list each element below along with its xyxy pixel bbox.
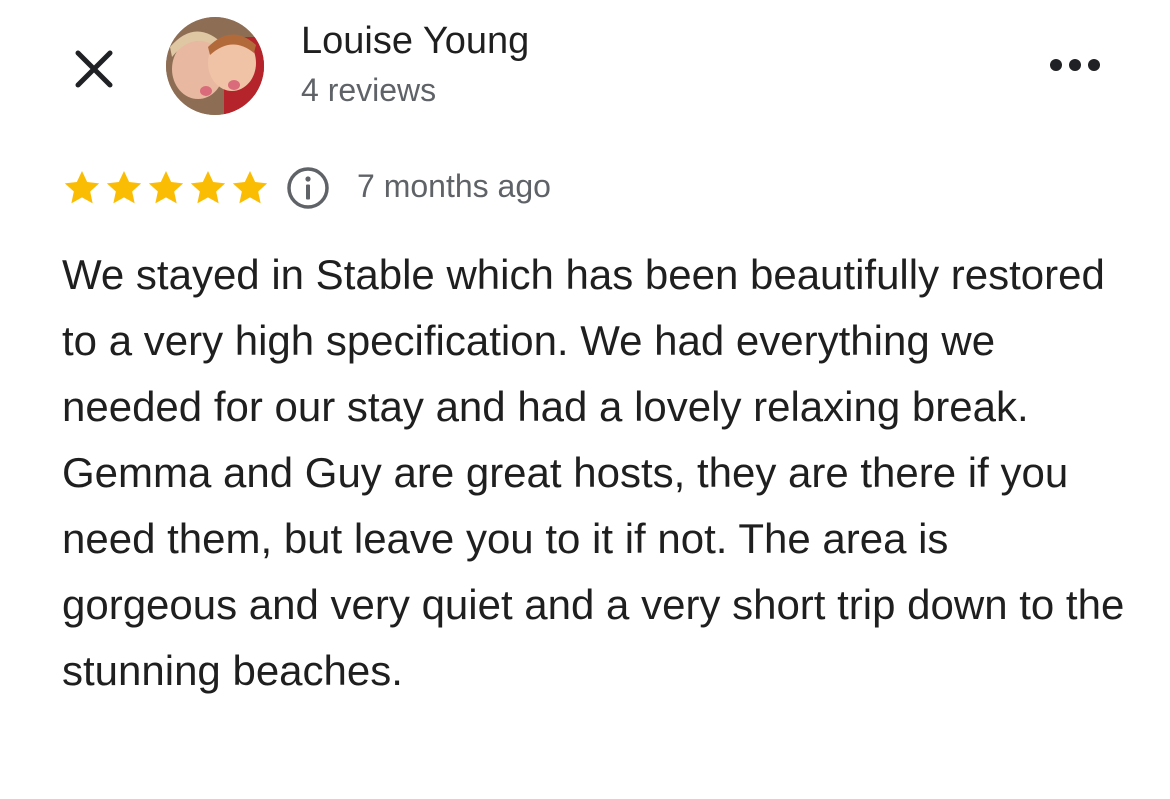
star-rating: [62, 168, 270, 208]
review-time-ago: 7 months ago: [357, 168, 551, 204]
reviewer-review-count[interactable]: 4 reviews: [301, 72, 436, 109]
star-icon: [148, 171, 184, 204]
star-icon: [106, 171, 142, 204]
reviewer-name[interactable]: Louise Young: [301, 20, 529, 63]
more-options-icon[interactable]: [1040, 50, 1110, 80]
review-text: We stayed in Stable which has been beaut…: [62, 251, 1125, 694]
avatar[interactable]: [166, 17, 264, 115]
star-icon: [190, 171, 226, 204]
info-icon[interactable]: [284, 164, 332, 212]
close-icon[interactable]: [66, 41, 122, 97]
star-icon: [232, 171, 268, 204]
star-icon: [64, 171, 100, 204]
